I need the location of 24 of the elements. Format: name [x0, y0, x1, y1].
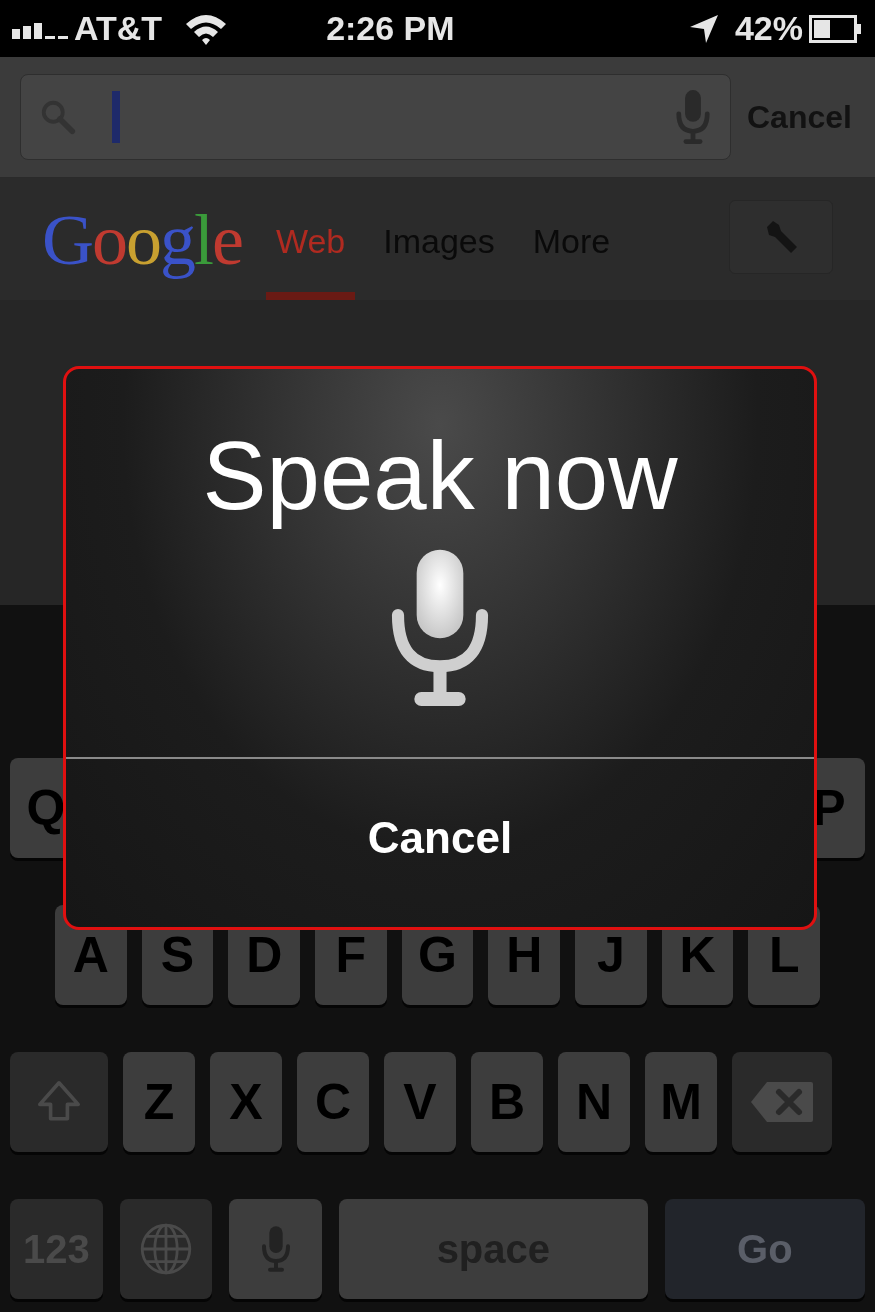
settings-button[interactable] — [729, 200, 833, 274]
letter-key[interactable]: N — [558, 1052, 630, 1152]
letter-key[interactable]: X — [210, 1052, 282, 1152]
backspace-icon — [749, 1080, 815, 1124]
carrier-label: AT&T — [74, 8, 163, 49]
text-cursor — [112, 91, 120, 143]
battery-icon — [809, 14, 863, 43]
dialog-title: Speak now — [202, 421, 678, 531]
letter-key[interactable]: C — [297, 1052, 369, 1152]
dictation-key[interactable] — [229, 1199, 322, 1299]
globe-key[interactable] — [119, 1199, 213, 1299]
letter-key[interactable]: V — [384, 1052, 456, 1152]
battery-percent: 42% — [734, 8, 803, 49]
letter-key[interactable]: M — [645, 1052, 717, 1152]
letter-key[interactable]: B — [471, 1052, 543, 1152]
delete-key[interactable] — [732, 1052, 832, 1152]
go-key[interactable]: Go — [664, 1199, 865, 1299]
shift-key[interactable] — [10, 1052, 108, 1152]
time-label: 2:26 PM — [326, 8, 455, 49]
location-arrow-icon — [688, 13, 719, 44]
search-field[interactable] — [20, 74, 731, 160]
dialog-cancel-button[interactable]: Cancel — [367, 805, 513, 871]
google-logo: Google — [42, 200, 242, 280]
letter-key[interactable]: Z — [123, 1052, 195, 1152]
